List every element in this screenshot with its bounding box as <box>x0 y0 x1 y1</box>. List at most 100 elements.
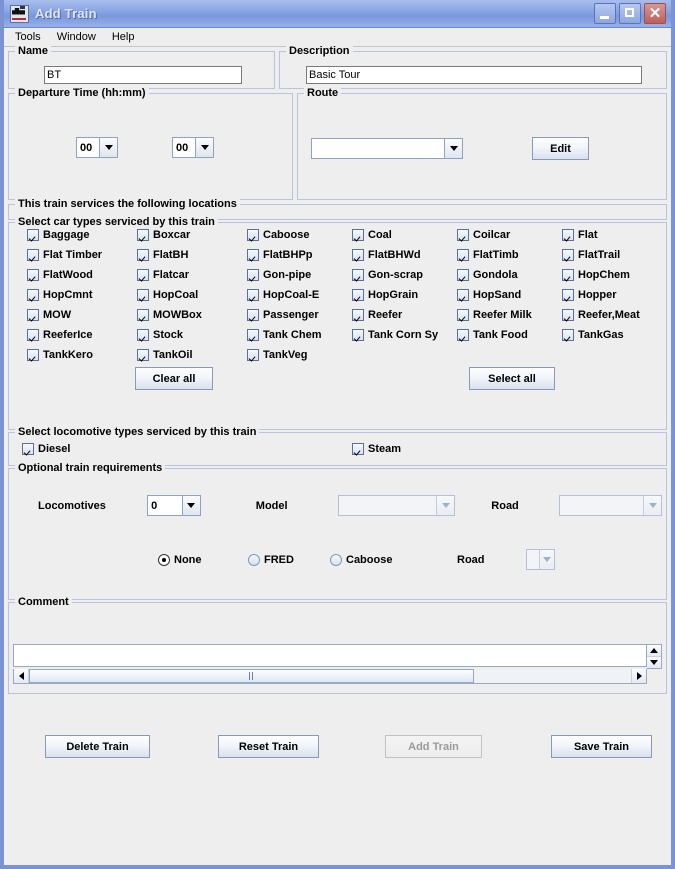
scroll-down-button[interactable] <box>647 657 661 668</box>
loco-type-diesel[interactable]: Diesel <box>22 443 352 455</box>
menu-help[interactable]: Help <box>106 29 143 45</box>
car-type-checkbox[interactable]: Reefer Milk <box>457 309 562 321</box>
car-type-checkbox[interactable]: ReeferIce <box>27 329 137 341</box>
route-select[interactable] <box>311 138 463 159</box>
caboose-option-none[interactable]: None <box>158 554 248 566</box>
close-button[interactable]: ✕ <box>644 3 666 24</box>
add-train-button[interactable]: Add Train <box>385 735 482 758</box>
scroll-track[interactable] <box>29 669 631 683</box>
car-type-label: MOW <box>43 309 71 321</box>
reset-train-button[interactable]: Reset Train <box>218 735 319 758</box>
save-train-button[interactable]: Save Train <box>551 735 652 758</box>
road-select[interactable] <box>559 495 662 516</box>
car-type-label: Reefer Milk <box>473 309 532 321</box>
car-type-checkbox[interactable]: Caboose <box>247 229 352 241</box>
minimize-button[interactable] <box>594 3 616 24</box>
caboose-road-select[interactable] <box>526 549 555 570</box>
car-type-checkbox[interactable]: Tank Chem <box>247 329 352 341</box>
car-type-checkbox[interactable]: FlatWood <box>27 269 137 281</box>
scroll-thumb[interactable] <box>29 669 474 683</box>
title-bar: Add Train ✕ <box>4 0 671 28</box>
car-type-checkbox[interactable]: MOW <box>27 309 137 321</box>
car-type-checkbox[interactable]: TankGas <box>562 329 667 341</box>
checkbox-icon <box>137 329 149 341</box>
edit-route-button[interactable]: Edit <box>532 137 589 160</box>
car-type-label: Passenger <box>263 309 319 321</box>
car-type-checkbox[interactable]: Gon-pipe <box>247 269 352 281</box>
comment-horizontal-scrollbar[interactable] <box>13 669 647 684</box>
car-type-checkbox[interactable]: HopSand <box>457 289 562 301</box>
car-type-checkbox[interactable]: HopChem <box>562 269 667 281</box>
car-type-checkbox[interactable]: Stock <box>137 329 247 341</box>
menu-window[interactable]: Window <box>51 29 104 45</box>
locomotives-count-select[interactable]: 0 <box>147 495 201 516</box>
car-type-checkbox[interactable]: FlatTimb <box>457 249 562 261</box>
scroll-up-button[interactable] <box>647 645 661 657</box>
car-type-checkbox[interactable]: Hopper <box>562 289 667 301</box>
car-type-checkbox[interactable]: FlatBH <box>137 249 247 261</box>
car-type-checkbox[interactable]: Flat <box>562 229 667 241</box>
car-type-checkbox[interactable]: HopGrain <box>352 289 457 301</box>
car-type-label: HopCoal <box>153 289 198 301</box>
checkbox-icon <box>137 289 149 301</box>
car-type-checkbox[interactable]: Boxcar <box>137 229 247 241</box>
car-type-checkbox[interactable]: Reefer,Meat <box>562 309 667 321</box>
departure-minute-select[interactable]: 00 <box>172 137 214 158</box>
loco-type-steam[interactable]: Steam <box>352 443 401 455</box>
car-type-checkbox[interactable]: Tank Corn Sy <box>352 329 457 341</box>
checkbox-icon <box>27 229 39 241</box>
car-type-label: Gondola <box>473 269 518 281</box>
checkbox-icon <box>562 289 574 301</box>
car-type-checkbox[interactable]: Tank Food <box>457 329 562 341</box>
car-type-checkbox[interactable]: Passenger <box>247 309 352 321</box>
caboose-option-fred[interactable]: FRED <box>248 554 330 566</box>
delete-train-button[interactable]: Delete Train <box>45 735 150 758</box>
model-select[interactable] <box>338 495 455 516</box>
car-type-checkbox[interactable]: Coal <box>352 229 457 241</box>
car-type-checkbox[interactable]: HopCoal-E <box>247 289 352 301</box>
car-type-label: Stock <box>153 329 183 341</box>
car-type-checkbox[interactable]: TankOil <box>137 349 247 361</box>
car-type-checkbox[interactable]: TankVeg <box>247 349 352 361</box>
car-type-checkbox[interactable]: FlatTrail <box>562 249 667 261</box>
car-type-checkbox[interactable]: Flat Timber <box>27 249 137 261</box>
route-group: Route Edit <box>297 93 667 200</box>
car-type-checkbox[interactable]: Coilcar <box>457 229 562 241</box>
triangle-up-icon <box>650 648 658 653</box>
car-types-legend: Select car types serviced by this train <box>15 216 218 228</box>
comment-input[interactable] <box>13 644 647 667</box>
description-input[interactable]: Basic Tour <box>306 66 642 84</box>
car-type-checkbox[interactable]: FlatBHPp <box>247 249 352 261</box>
form-content: Name BT Description Basic Tour Departure… <box>4 47 671 758</box>
clear-all-button[interactable]: Clear all <box>135 367 213 390</box>
car-type-checkbox[interactable]: Gon-scrap <box>352 269 457 281</box>
maximize-button[interactable] <box>619 3 641 24</box>
caboose-option-caboose[interactable]: Caboose <box>330 554 457 566</box>
select-all-button[interactable]: Select all <box>469 367 555 390</box>
comment-vertical-scrollbar[interactable] <box>647 644 662 669</box>
menu-tools[interactable]: Tools <box>9 29 49 45</box>
car-type-label: HopChem <box>578 269 630 281</box>
checkbox-icon <box>562 229 574 241</box>
caboose-option-none-label: None <box>174 554 202 566</box>
car-type-checkbox[interactable]: HopCoal <box>137 289 247 301</box>
chevron-down-icon <box>444 139 462 158</box>
car-type-checkbox[interactable]: Gondola <box>457 269 562 281</box>
car-type-checkbox[interactable]: HopCmnt <box>27 289 137 301</box>
car-type-checkbox[interactable]: TankKero <box>27 349 137 361</box>
departure-hour-select[interactable]: 00 <box>76 137 118 158</box>
car-type-label: Flat Timber <box>43 249 102 261</box>
car-type-checkbox[interactable]: Flatcar <box>137 269 247 281</box>
checkbox-icon <box>457 329 469 341</box>
car-type-checkbox[interactable]: Baggage <box>27 229 137 241</box>
checkbox-icon <box>27 349 39 361</box>
car-type-checkbox[interactable]: FlatBHWd <box>352 249 457 261</box>
car-type-checkbox[interactable]: MOWBox <box>137 309 247 321</box>
add-train-window: Add Train ✕ Tools Window Help Name BT De… <box>0 0 675 869</box>
name-input[interactable]: BT <box>44 66 242 84</box>
chevron-down-icon <box>436 496 454 515</box>
route-selected-value <box>312 139 444 158</box>
scroll-right-button[interactable] <box>631 669 646 683</box>
car-type-checkbox[interactable]: Reefer <box>352 309 457 321</box>
scroll-left-button[interactable] <box>14 669 29 683</box>
